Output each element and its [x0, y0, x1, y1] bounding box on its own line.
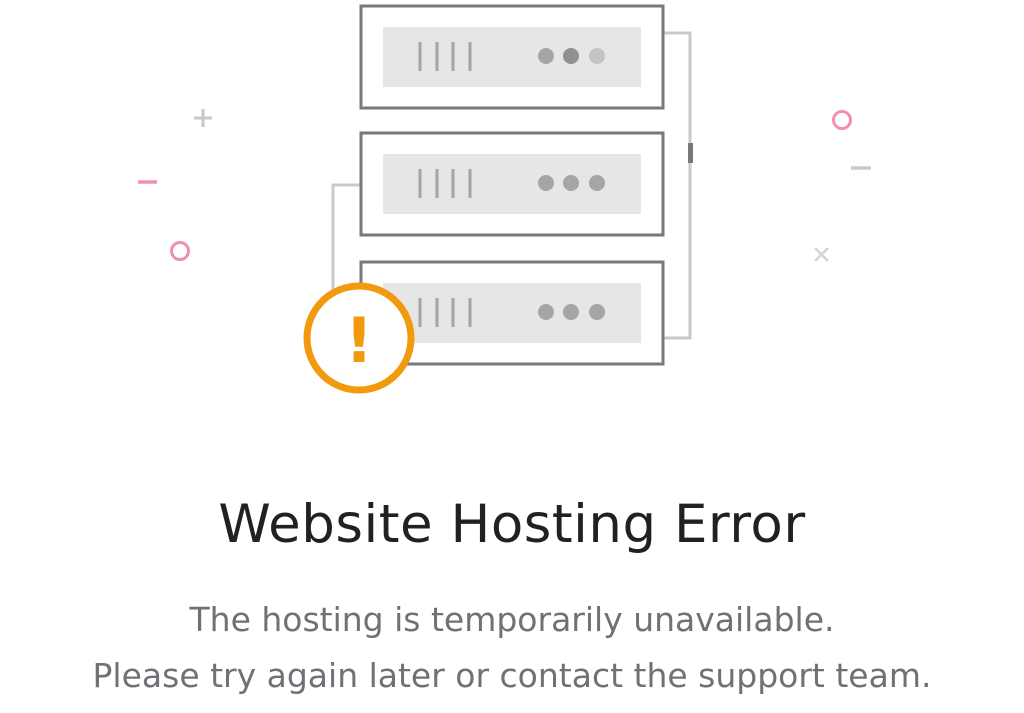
page-title: Website Hosting Error — [218, 494, 806, 555]
warning-exclamation-icon: ! — [303, 282, 415, 394]
server-unit-top — [359, 4, 665, 110]
error-message-line: The hosting is temporarily unavailable. — [189, 600, 835, 639]
server-unit-middle — [359, 131, 665, 237]
warning-symbol: ! — [345, 304, 373, 377]
server-error-illustration: ! — [138, 4, 871, 394]
error-message: The hosting is temporarily unavailable. … — [0, 592, 1024, 704]
cross-icon — [814, 247, 829, 262]
error-message-line: Please try again later or contact the su… — [92, 656, 932, 695]
circle-icon — [170, 241, 190, 261]
connector-joint — [688, 143, 693, 163]
plus-icon — [194, 109, 212, 127]
circle-icon — [832, 110, 852, 130]
